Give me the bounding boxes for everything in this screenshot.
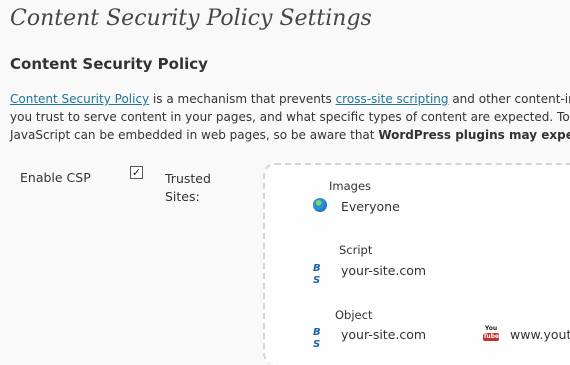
intro-text-1a: is a mechanism that prevents: [149, 92, 336, 106]
intro-paragraph: Content Security Policy is a mechanism t…: [10, 90, 570, 144]
intro-text-3a: JavaScript can be embedded in web pages,…: [10, 128, 379, 142]
intro-text-1b: and other content-in: [448, 92, 570, 106]
intro-line-3: JavaScript can be embedded in web pages,…: [10, 126, 570, 144]
plugins-warning: WordPress plugins may exper: [378, 128, 570, 142]
bs-icon: BS: [313, 263, 321, 286]
trusted-sites-label: Trusted Sites:: [165, 171, 211, 204]
object-entry-your-site[interactable]: your-site.com: [341, 327, 426, 342]
images-group-label: Images: [329, 179, 372, 193]
section-title: Content Security Policy: [10, 55, 208, 73]
object-group-label: Object: [335, 308, 373, 322]
page-title: Content Security Policy Settings: [10, 6, 372, 31]
checkmark-icon: ✓: [131, 166, 142, 179]
youtube-icon: You Tube: [483, 325, 500, 341]
object-entry-youtube[interactable]: www.yout: [510, 327, 570, 342]
enable-csp-checkbox[interactable]: ✓: [130, 166, 143, 179]
script-entry-your-site[interactable]: your-site.com: [341, 263, 426, 278]
bs-icon: BS: [313, 327, 321, 350]
images-entry-everyone[interactable]: Everyone: [341, 199, 400, 214]
globe-icon: [313, 198, 327, 212]
script-group-label: Script: [339, 243, 373, 257]
cross-site-scripting-link[interactable]: cross-site scripting: [336, 92, 449, 106]
intro-line-2: you trust to serve content in your pages…: [10, 110, 570, 124]
enable-csp-label: Enable CSP: [20, 170, 91, 185]
intro-line-1: Content Security Policy is a mechanism t…: [10, 90, 570, 108]
csp-link[interactable]: Content Security Policy: [10, 92, 149, 106]
